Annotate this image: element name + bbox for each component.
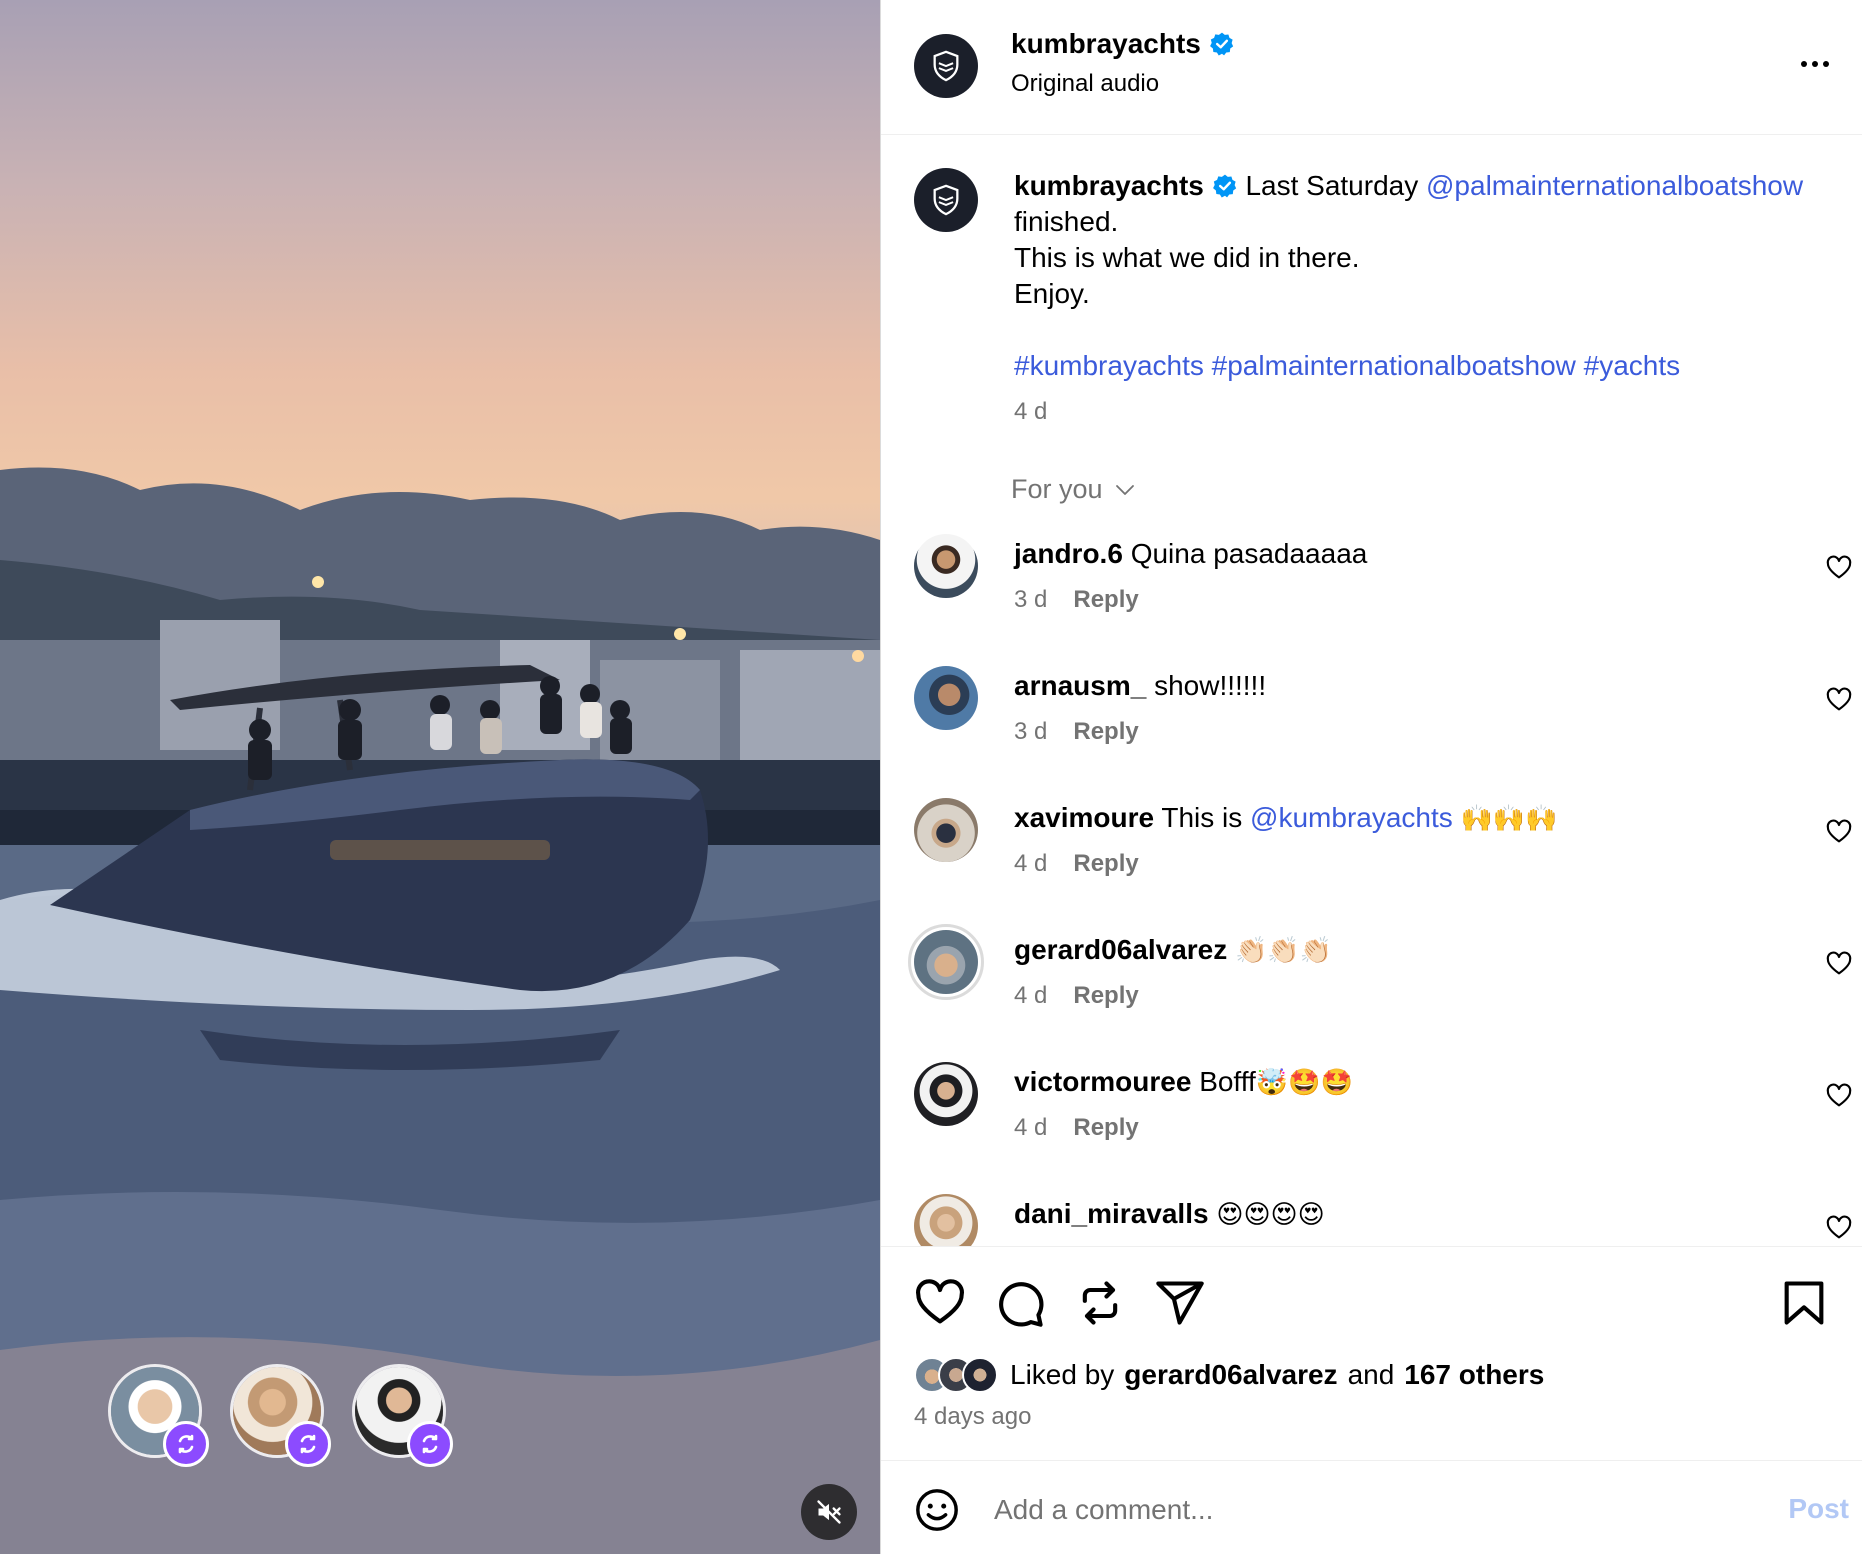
author-avatar[interactable] <box>914 34 978 98</box>
comment-time[interactable]: 4 d <box>1014 982 1047 1010</box>
audio-label[interactable]: Original audio <box>1011 70 1159 98</box>
video-frame-yacht <box>0 467 880 1554</box>
reply-button[interactable]: Reply <box>1073 586 1138 614</box>
caption-username[interactable]: kumbrayachts <box>1014 170 1204 201</box>
emoji-picker-icon[interactable] <box>914 1487 960 1533</box>
caption-intro: Last Saturday <box>1245 170 1419 201</box>
caption-line: This is what we did in there. <box>1014 242 1360 273</box>
comment-heart-icon[interactable] <box>1825 950 1853 978</box>
more-dot-icon <box>1823 61 1829 67</box>
comment-time[interactable]: 4 d <box>1014 1114 1047 1142</box>
post-comment-button[interactable]: Post <box>1788 1493 1849 1525</box>
commenter-avatar[interactable] <box>914 666 978 730</box>
comment-text: This is <box>1161 802 1243 833</box>
caption-line: finished. <box>1014 206 1119 237</box>
comment-username[interactable]: gerard06alvarez <box>1014 934 1227 965</box>
comment-heart-icon[interactable] <box>1825 1082 1853 1110</box>
commenter-avatar-story-ring[interactable] <box>908 924 984 1000</box>
comment-bubble-icon[interactable] <box>994 1277 1046 1329</box>
remix-icon <box>407 1421 453 1467</box>
reply-button[interactable]: Reply <box>1073 718 1138 746</box>
comment-time[interactable]: 3 d <box>1014 718 1047 746</box>
remix-avatar[interactable] <box>108 1364 209 1467</box>
comment-item: gerard06alvarez 👏🏻👏🏻👏🏻 4 d Reply <box>881 924 1862 1058</box>
author-username[interactable]: kumbrayachts <box>1011 28 1235 60</box>
more-options-button[interactable] <box>1791 44 1839 84</box>
comment-username[interactable]: victormouree <box>1014 1066 1191 1097</box>
comment-heart-icon[interactable] <box>1825 554 1853 582</box>
more-dot-icon <box>1812 61 1818 67</box>
reel-video[interactable] <box>0 0 880 1554</box>
comment-heart-icon[interactable] <box>1825 1214 1853 1242</box>
comment-emoji: 🤯🤩🤩 <box>1255 1068 1353 1098</box>
comment-username[interactable]: xavimoure <box>1014 802 1154 833</box>
comment-emoji: 👏🏻👏🏻👏🏻 <box>1235 936 1333 966</box>
liked-by: Liked by gerard06alvarez and 167 others <box>914 1357 1544 1393</box>
comment-input[interactable] <box>994 1487 1714 1533</box>
comment-text: Quina pasadaaaaa <box>1130 538 1368 569</box>
shield-logo-icon <box>933 50 959 82</box>
comments-list: jandro.6 Quina pasadaaaaa 3 d Reply arna… <box>881 530 1862 1246</box>
comment-text: Bofff <box>1199 1066 1256 1097</box>
liked-by-prefix: Liked by <box>1010 1359 1115 1390</box>
mute-button[interactable] <box>801 1484 857 1540</box>
comment-username[interactable]: dani_miravalls <box>1014 1198 1209 1229</box>
caption-text: kumbrayachts Last Saturday @palmainterna… <box>1014 168 1834 384</box>
share-send-icon[interactable] <box>1154 1277 1206 1329</box>
commenter-avatar[interactable] <box>914 1062 978 1126</box>
caption-mention-link[interactable]: @palmainternationalboatshow <box>1426 170 1803 201</box>
caption-line: Enjoy. <box>1014 278 1090 309</box>
comment-username[interactable]: arnausm_ <box>1014 670 1146 701</box>
remix-avatar[interactable] <box>230 1364 331 1467</box>
comment-time[interactable]: 4 d <box>1014 850 1047 878</box>
comment-heart-icon[interactable] <box>1825 686 1853 714</box>
post-actions: Liked by gerard06alvarez and 167 others … <box>881 1246 1862 1460</box>
comment-sort-dropdown[interactable]: For you <box>1011 474 1137 505</box>
like-heart-icon[interactable] <box>914 1277 966 1329</box>
liked-by-user[interactable]: gerard06alvarez <box>1124 1359 1337 1391</box>
caption-timestamp[interactable]: 4 d <box>1014 398 1047 426</box>
reply-button[interactable]: Reply <box>1073 1114 1138 1142</box>
post-header: kumbrayachts Original audio <box>881 0 1862 135</box>
commenter-avatar[interactable] <box>914 798 978 862</box>
remix-avatar[interactable] <box>352 1364 453 1467</box>
comment-text: show!!!!!! <box>1154 670 1267 701</box>
comment-mention-link[interactable]: @kumbrayachts <box>1250 802 1453 833</box>
verified-badge-icon <box>1209 31 1235 57</box>
comment-item: jandro.6 Quina pasadaaaaa 3 d Reply <box>881 530 1862 662</box>
comment-item: arnausm_ show!!!!!! 3 d Reply <box>881 662 1862 794</box>
caption-hashtags[interactable]: #kumbrayachts #palmainternationalboatsho… <box>1014 348 1834 384</box>
shield-logo-icon <box>933 184 959 216</box>
author-username-text[interactable]: kumbrayachts <box>1011 28 1201 60</box>
reply-button[interactable]: Reply <box>1073 850 1138 878</box>
comment-heart-icon[interactable] <box>1825 818 1853 846</box>
commenter-avatar[interactable] <box>914 1194 978 1246</box>
speaker-muted-icon <box>817 1500 841 1524</box>
commenter-avatar[interactable] <box>914 534 978 598</box>
post-timestamp[interactable]: 4 days ago <box>914 1403 1031 1431</box>
comment-emoji: 😍😍😍😍 <box>1216 1200 1325 1230</box>
remix-icon <box>163 1421 209 1467</box>
remix-icon <box>285 1421 331 1467</box>
post-panel: kumbrayachts Original audio kumbrayachts <box>880 0 1862 1554</box>
bookmark-icon[interactable] <box>1778 1277 1830 1329</box>
comment-emoji: 🙌🙌🙌 <box>1460 804 1558 834</box>
comment-item: victormouree Bofff🤯🤩🤩 4 d Reply <box>881 1058 1862 1190</box>
comment-item: xavimoure This is @kumbrayachts 🙌🙌🙌 4 d … <box>881 794 1862 926</box>
comment-username[interactable]: jandro.6 <box>1014 538 1123 569</box>
comment-sort-label: For you <box>1011 474 1103 504</box>
liked-by-and: and <box>1347 1359 1395 1390</box>
comment-item: dani_miravalls 😍😍😍😍 <box>881 1190 1862 1246</box>
caption-author-avatar[interactable] <box>914 168 978 232</box>
remix-avatars <box>108 1364 453 1467</box>
add-comment-bar: Post <box>881 1460 1862 1554</box>
comment-time[interactable]: 3 d <box>1014 586 1047 614</box>
reply-button[interactable]: Reply <box>1073 982 1138 1010</box>
repost-icon[interactable] <box>1074 1277 1126 1329</box>
verified-badge-icon <box>1212 173 1238 199</box>
chevron-down-icon <box>1115 484 1134 495</box>
more-dot-icon <box>1801 61 1807 67</box>
liked-by-others[interactable]: 167 others <box>1404 1359 1544 1391</box>
liked-by-avatars[interactable] <box>914 1357 998 1393</box>
